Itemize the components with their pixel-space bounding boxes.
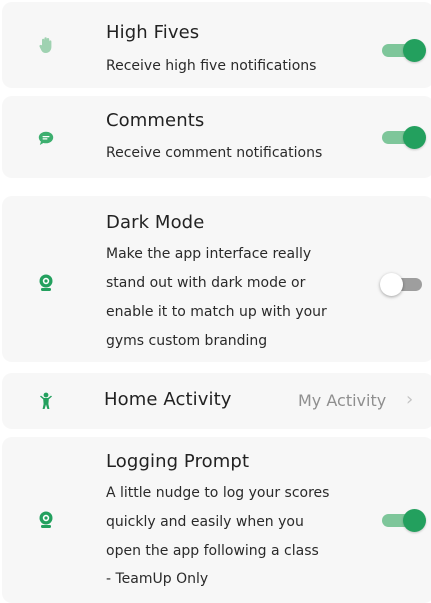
setting-description: Receive high five notifications [106,58,317,74]
high-fives-toggle[interactable] [382,39,426,62]
setting-title: Home Activity [104,389,232,410]
setting-description-line: - TeamUp Only [106,571,209,587]
setting-description-line: A little nudge to log your scores [106,485,330,501]
setting-high-fives: High Fives Receive high five notificatio… [2,2,431,88]
setting-description-line: Make the app interface really [106,246,312,262]
setting-description: Receive comment notifications [106,145,323,161]
webcam-icon [36,510,56,530]
comments-toggle[interactable] [382,126,426,149]
setting-description-line: stand out with dark mode or [106,275,306,291]
setting-title: Logging Prompt [106,451,250,472]
hand-icon [36,35,56,55]
home-activity-value[interactable]: My Activity [298,391,386,410]
setting-description-line: gyms custom branding [106,333,268,349]
toggle-knob [380,273,403,296]
toggle-knob [403,509,426,532]
toggle-knob [403,126,426,149]
setting-comments: Comments Receive comment notifications [2,96,431,178]
toggle-knob [403,39,426,62]
setting-title: Comments [106,110,205,131]
setting-title: Dark Mode [106,212,205,233]
setting-description-line: enable it to match up with your [106,304,327,320]
setting-logging-prompt: Logging Prompt A little nudge to log you… [2,437,431,603]
setting-title: High Fives [106,22,200,43]
setting-description-line: quickly and easily when you [106,514,304,530]
chevron-right-icon[interactable]: › [406,389,413,410]
dark-mode-toggle[interactable] [380,273,426,296]
setting-description-line: open the app following a class [106,543,319,559]
logging-prompt-toggle[interactable] [382,509,426,532]
setting-dark-mode: Dark Mode Make the app interface really … [2,196,431,362]
comment-icon [36,128,56,148]
webcam-icon [36,273,56,293]
person-icon [36,391,56,411]
